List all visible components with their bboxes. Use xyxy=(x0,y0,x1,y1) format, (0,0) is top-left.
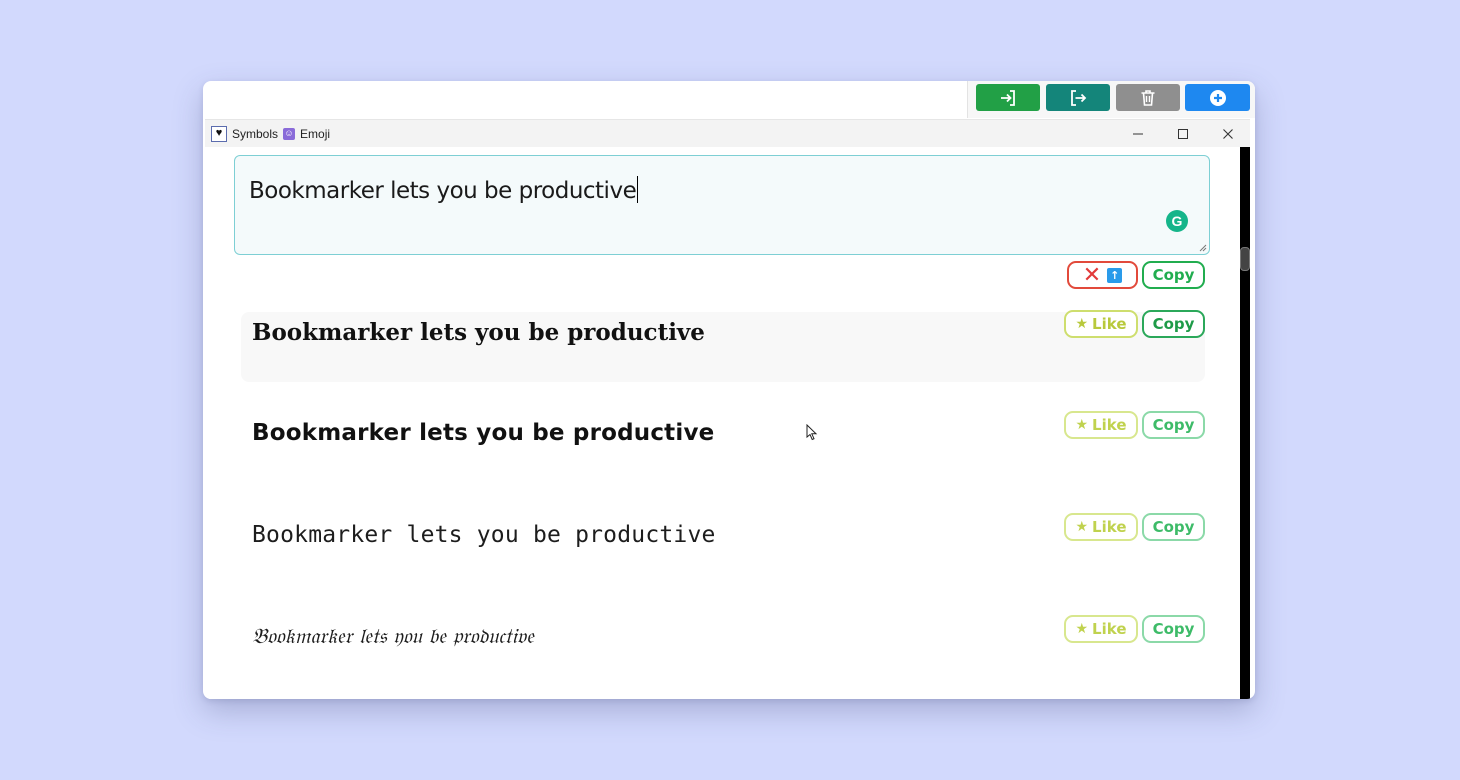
export-button[interactable] xyxy=(1046,84,1110,111)
sign-in-icon xyxy=(1001,89,1015,106)
scrollbar-track[interactable] xyxy=(1240,147,1250,699)
close-button[interactable] xyxy=(1206,120,1250,147)
result-row[interactable]: Bookmarker lets you be productive ★ Like … xyxy=(241,411,1205,483)
copy-button[interactable]: Copy xyxy=(1142,615,1205,643)
clear-x-icon: ✕ xyxy=(1082,262,1102,288)
result-text: Bookmarker lets you be productive xyxy=(252,420,715,446)
result-text: 𝔅𝔬𝔬𝔨𝔪𝔞𝔯𝔨𝔢𝔯 𝔩𝔢𝔱𝔰 𝔶𝔬𝔲 𝔟𝔢 𝔭𝔯𝔬𝔡𝔲𝔠𝔱𝔦𝔳𝔢 xyxy=(252,624,535,648)
plus-circle-icon xyxy=(1209,89,1226,106)
copy-input-button[interactable]: Copy xyxy=(1142,261,1205,289)
import-button[interactable] xyxy=(976,84,1040,111)
text-input[interactable]: Bookmarker lets you be productive G xyxy=(234,155,1210,255)
app-window: ♥ Symbols ☺ Emoji Bookmarker lets you be… xyxy=(203,81,1255,699)
text-caret xyxy=(637,176,639,203)
maximize-icon xyxy=(1178,128,1188,139)
result-text: Bookmarker lets you be productive xyxy=(252,522,716,548)
title-bar[interactable]: ♥ Symbols ☺ Emoji xyxy=(205,120,1250,147)
star-icon: ★ xyxy=(1075,417,1089,433)
star-icon: ★ xyxy=(1075,621,1089,637)
star-icon: ★ xyxy=(1075,316,1089,332)
paste-icon: ↑ xyxy=(1107,267,1123,283)
emoji-app-icon: ☺ xyxy=(283,127,296,140)
like-button[interactable]: ★ Like xyxy=(1064,513,1138,541)
copy-button[interactable]: Copy xyxy=(1142,310,1205,338)
like-button[interactable]: ★ Like xyxy=(1064,310,1138,338)
copy-button[interactable]: Copy xyxy=(1142,513,1205,541)
copy-button[interactable]: Copy xyxy=(1142,411,1205,439)
close-icon xyxy=(1223,128,1233,139)
trash-icon xyxy=(1141,89,1155,106)
symbols-emoji-window: ♥ Symbols ☺ Emoji Bookmarker lets you be… xyxy=(205,119,1250,699)
window-title-emoji: Emoji xyxy=(300,126,331,141)
result-text: Bookmarker lets you be productive xyxy=(252,319,705,346)
grammarly-icon[interactable]: G xyxy=(1166,210,1188,232)
result-row[interactable]: Bookmarker lets you be productive ★ Like … xyxy=(241,513,1205,585)
maximize-button[interactable] xyxy=(1161,120,1205,147)
text-input-value: Bookmarker lets you be productive xyxy=(249,178,637,204)
like-button[interactable]: ★ Like xyxy=(1064,615,1138,643)
window-title-symbols: Symbols xyxy=(232,126,279,141)
resize-grip-icon[interactable] xyxy=(1199,244,1207,252)
result-row[interactable]: 𝔅𝔬𝔬𝔨𝔪𝔞𝔯𝔨𝔢𝔯 𝔩𝔢𝔱𝔰 𝔶𝔬𝔲 𝔟𝔢 𝔭𝔯𝔬𝔡𝔲𝔠𝔱𝔦𝔳𝔢 ★ Like … xyxy=(241,615,1205,687)
minimize-button[interactable] xyxy=(1116,120,1160,147)
delete-button[interactable] xyxy=(1116,84,1180,111)
add-button[interactable] xyxy=(1185,84,1250,111)
clear-button[interactable]: ✕ ↑ xyxy=(1067,261,1138,289)
heart-app-icon: ♥ xyxy=(211,125,227,142)
minimize-icon xyxy=(1133,133,1143,134)
scrollbar-thumb[interactable] xyxy=(1240,247,1250,271)
main-content: Bookmarker lets you be productive G ✕ ↑ … xyxy=(205,147,1240,699)
sign-out-icon xyxy=(1071,89,1087,106)
like-button[interactable]: ★ Like xyxy=(1064,411,1138,439)
mouse-cursor-icon xyxy=(806,424,818,441)
star-icon: ★ xyxy=(1075,519,1089,535)
result-row[interactable]: Bookmarker lets you be productive ★ Like … xyxy=(241,310,1205,382)
